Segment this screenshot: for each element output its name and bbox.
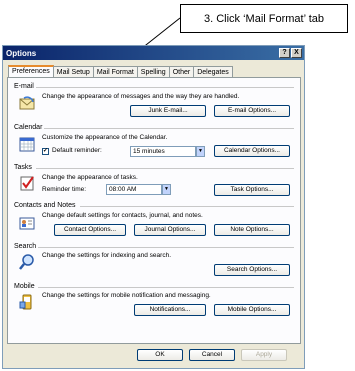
dialog-title: Options (6, 48, 37, 58)
default-reminder-select[interactable]: 15 minutes (130, 146, 196, 157)
tasks-section-label: Tasks (14, 164, 32, 171)
mobile-options-button[interactable]: Mobile Options... (214, 304, 290, 316)
apply-button[interactable]: Apply (241, 349, 287, 361)
reminder-time-label: Reminder time: (42, 186, 87, 193)
tasks-icon (20, 176, 34, 191)
search-options-button[interactable]: Search Options... (214, 264, 290, 276)
calendar-icon (19, 137, 35, 152)
mobile-phone-icon (19, 294, 32, 310)
preferences-panel: E-mail Change the appearance of messages… (7, 77, 301, 344)
chevron-down-icon[interactable]: ▼ (196, 146, 205, 157)
task-options-button[interactable]: Task Options... (214, 184, 290, 196)
email-section-label: E-mail (14, 83, 34, 90)
default-reminder-checkbox[interactable]: ✓ (42, 148, 49, 155)
section-divider (38, 287, 294, 288)
mobile-section-label: Mobile (14, 283, 35, 290)
tab-preferences[interactable]: Preferences (8, 65, 54, 77)
contacts-description: Change default settings for contacts, jo… (42, 212, 203, 219)
default-reminder-label: Default reminder: (52, 147, 102, 154)
section-divider (36, 87, 294, 88)
contact-card-icon (19, 217, 35, 230)
tab-other[interactable]: Other (168, 66, 195, 77)
search-icon (19, 254, 34, 270)
section-divider (44, 128, 294, 129)
calendar-description: Customize the appearance of the Calendar… (42, 134, 168, 141)
tab-mail-setup[interactable]: Mail Setup (52, 66, 94, 77)
tab-spelling[interactable]: Spelling (136, 66, 170, 77)
email-description: Change the appearance of messages and th… (42, 93, 240, 100)
help-button[interactable]: ? (279, 48, 290, 58)
dialog-titlebar: Options ? X (3, 46, 304, 60)
tasks-description: Change the appearance of tasks. (42, 174, 138, 181)
search-description: Change the settings for indexing and sea… (42, 252, 172, 259)
section-divider (80, 206, 294, 207)
ok-button[interactable]: OK (137, 349, 183, 361)
calendar-section-label: Calendar (14, 124, 43, 131)
calendar-options-button[interactable]: Calendar Options... (214, 145, 290, 157)
notifications-button[interactable]: Notifications... (134, 304, 206, 316)
chevron-down-icon[interactable]: ▼ (162, 184, 171, 195)
email-options-button[interactable]: E-mail Options... (214, 105, 290, 117)
note-options-button[interactable]: Note Options... (214, 224, 290, 236)
close-button[interactable]: X (291, 48, 302, 58)
tab-mail-format[interactable]: Mail Format (92, 66, 138, 77)
section-divider (36, 168, 294, 169)
email-envelope-icon (19, 96, 35, 110)
reminder-time-select[interactable]: 08:00 AM (106, 184, 162, 195)
mobile-description: Change the settings for mobile notificat… (42, 292, 211, 299)
journal-options-button[interactable]: Journal Options... (134, 224, 206, 236)
tab-delegates[interactable]: Delegates (193, 66, 233, 77)
junk-email-button[interactable]: Junk E-mail... (130, 105, 206, 117)
options-dialog: Options ? X Preferences Mail Setup Mail … (2, 45, 305, 369)
section-divider (38, 247, 294, 248)
contact-options-button[interactable]: Contact Options... (54, 224, 126, 236)
cancel-button[interactable]: Cancel (189, 349, 235, 361)
contacts-section-label: Contacts and Notes (14, 202, 76, 209)
tab-strip: Preferences Mail Setup Mail Format Spell… (8, 65, 233, 77)
search-section-label: Search (14, 243, 37, 250)
